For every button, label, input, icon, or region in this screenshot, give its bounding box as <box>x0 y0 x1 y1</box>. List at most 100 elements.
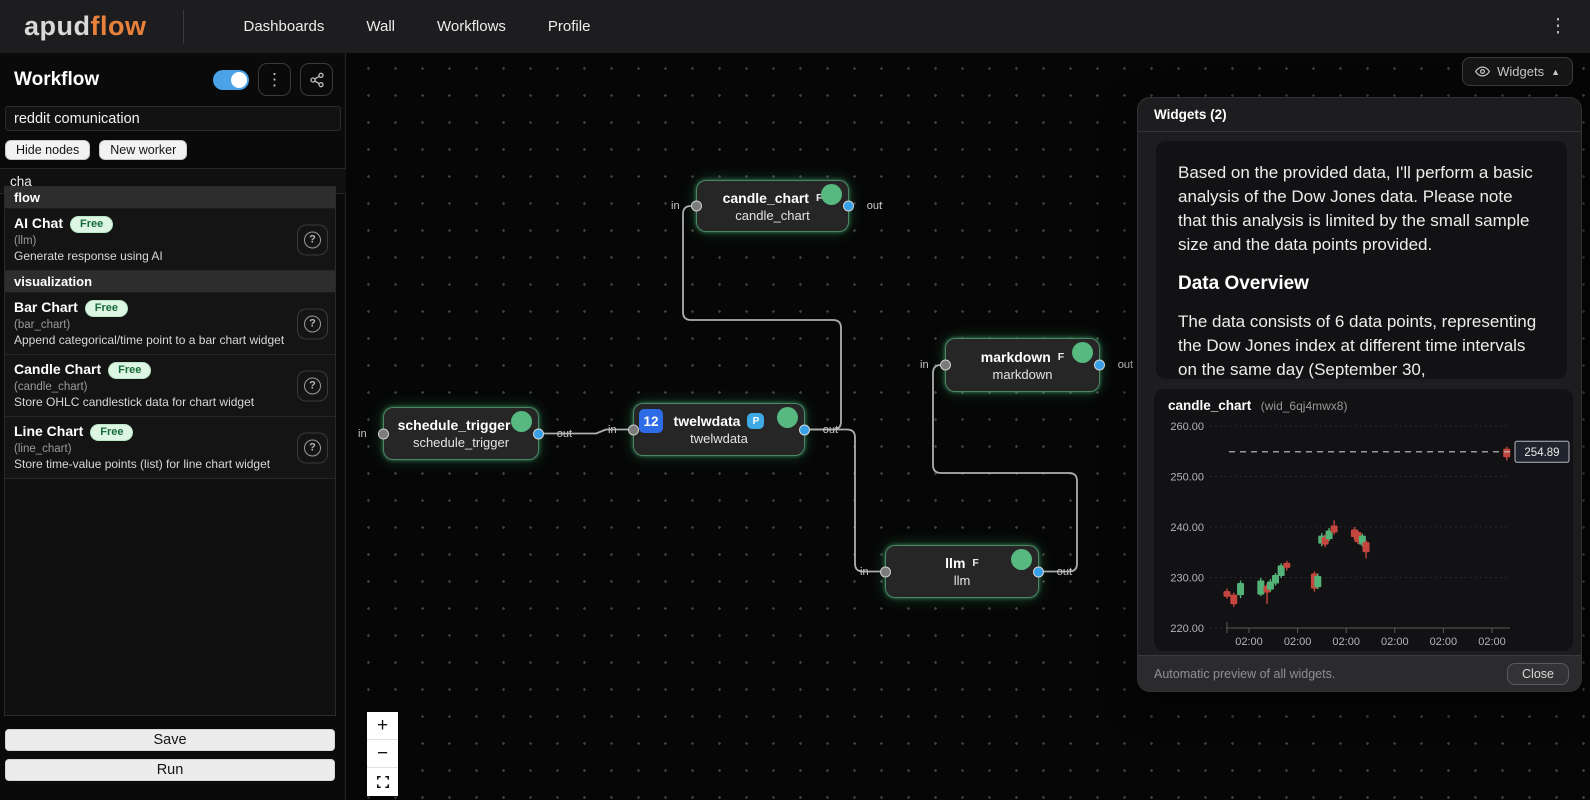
y-axis-tick-label: 240.00 <box>1170 522 1204 534</box>
palette-item-description: Store OHLC candlestick data for chart wi… <box>14 395 291 409</box>
output-port-label: out <box>1057 566 1072 578</box>
app-logo[interactable]: apudflow <box>0 10 184 44</box>
node-subtitle: llm <box>954 573 971 588</box>
edge-twelwdata.out-to-candle_chart.in[interactable] <box>683 206 841 430</box>
question-mark-icon: ? <box>304 231 321 248</box>
node-llm[interactable]: llmFllminout <box>885 545 1039 598</box>
run-button[interactable]: Run <box>5 759 335 781</box>
y-axis-tick-label: 260.00 <box>1170 421 1204 433</box>
palette-item-code: (candle_chart) <box>14 381 291 393</box>
nav-item-profile[interactable]: Profile <box>548 18 591 35</box>
input-port-markdown[interactable] <box>940 360 951 371</box>
y-axis-tick-label: 220.00 <box>1170 623 1204 635</box>
candle <box>1224 591 1231 597</box>
zoom-out-button[interactable]: − <box>367 740 398 768</box>
palette-item-name: Line Chart <box>14 423 83 439</box>
x-axis-tick-label: 02:00 <box>1332 636 1360 648</box>
free-badge: Free <box>85 300 128 317</box>
nav-item-wall[interactable]: Wall <box>366 18 395 35</box>
node-flag-badge: P <box>747 413 764 429</box>
flow-canvas[interactable]: candle_chartFcandle_chartinoutmarkdownFm… <box>346 53 1590 800</box>
workflow-options-button[interactable]: ⋮ <box>258 63 291 96</box>
nav-kebab-menu-icon[interactable]: ⋮ <box>1546 17 1570 36</box>
sidebar-header: Workflow ⋮ <box>0 53 345 104</box>
palette-item-code: (line_chart) <box>14 443 291 455</box>
node-status-dot <box>1011 549 1032 570</box>
question-mark-icon: ? <box>304 315 321 332</box>
palette-item-description: Append categorical/time point to a bar c… <box>14 333 291 347</box>
node-title: markdown <box>981 349 1051 365</box>
price-label-text: 254.89 <box>1524 447 1559 459</box>
candle <box>1331 525 1338 532</box>
palette-item-candle_chart[interactable]: Candle ChartFree(candle_chart)Store OHLC… <box>5 355 335 417</box>
output-port-label: out <box>823 424 838 436</box>
free-badge: Free <box>108 362 151 379</box>
input-port-label: in <box>920 359 929 371</box>
input-port-candle_chart[interactable] <box>691 201 702 212</box>
top-navbar: apudflow DashboardsWallWorkflowsProfile … <box>0 0 1590 53</box>
help-button[interactable]: ? <box>297 370 328 401</box>
nav-item-dashboards[interactable]: Dashboards <box>244 18 325 35</box>
close-widgets-button[interactable]: Close <box>1507 663 1569 685</box>
input-port-label: in <box>608 424 617 436</box>
edge-twelwdata.out-to-llm.in[interactable] <box>805 430 885 572</box>
node-twelwdata[interactable]: 12twelwdataPtwelwdatainout <box>633 403 805 456</box>
palette-item-bar_chart[interactable]: Bar ChartFree(bar_chart)Append categoric… <box>5 293 335 355</box>
output-port-label: out <box>867 200 882 212</box>
input-port-label: in <box>671 200 680 212</box>
kebab-icon: ⋮ <box>266 71 283 88</box>
node-candle_chart[interactable]: candle_chartFcandle_chartinout <box>696 180 849 232</box>
input-port-schedule_trigger[interactable] <box>378 428 389 439</box>
widgets-toggle-button[interactable]: Widgets ▲ <box>1462 57 1573 86</box>
input-port-llm[interactable] <box>880 566 891 577</box>
node-markdown[interactable]: markdownFmarkdowninout <box>945 338 1100 392</box>
widgets-footer-note: Automatic preview of all widgets. <box>1154 667 1507 681</box>
workflow-enabled-toggle[interactable] <box>213 70 249 90</box>
fit-view-button[interactable] <box>367 768 398 796</box>
candlestick-chart[interactable]: 260.00250.00240.00230.00220.0002:0002:00… <box>1154 415 1573 651</box>
input-port-twelwdata[interactable] <box>628 424 639 435</box>
output-port-llm[interactable] <box>1033 566 1044 577</box>
input-port-label: in <box>358 428 367 440</box>
save-button[interactable]: Save <box>5 729 335 751</box>
edge-schedule_trigger.out-to-twelwdata.in[interactable] <box>539 430 633 434</box>
logo-text-right: flow <box>91 11 147 42</box>
palette-item-llm[interactable]: AI ChatFree(llm)Generate response using … <box>5 209 335 271</box>
output-port-markdown[interactable] <box>1094 360 1105 371</box>
markdown-heading: Data Overview <box>1178 273 1543 295</box>
palette-item-description: Generate response using AI <box>14 249 291 263</box>
help-button[interactable]: ? <box>297 224 328 255</box>
question-mark-icon: ? <box>304 439 321 456</box>
help-button[interactable]: ? <box>297 432 328 463</box>
share-button[interactable] <box>300 63 333 96</box>
candle <box>1237 583 1244 595</box>
collapse-triangle-icon: ▲ <box>1551 67 1560 77</box>
share-icon <box>309 72 325 88</box>
node-title-row: markdownF <box>981 349 1064 365</box>
output-port-candle_chart[interactable] <box>843 201 854 212</box>
palette-item-line_chart[interactable]: Line ChartFree(line_chart)Store time-val… <box>5 417 335 479</box>
canvas-zoom-controls: + − <box>367 712 398 796</box>
x-axis-tick-label: 02:00 <box>1430 636 1458 648</box>
help-button[interactable]: ? <box>297 308 328 339</box>
x-axis-tick-label: 02:00 <box>1478 636 1506 648</box>
output-port-twelwdata[interactable] <box>799 424 810 435</box>
node-schedule_trigger[interactable]: schedule_triggerPschedule_triggerinout <box>383 407 539 460</box>
node-subtitle: candle_chart <box>735 208 809 223</box>
edge-llm.out-to-markdown.in[interactable] <box>933 365 1077 572</box>
output-port-schedule_trigger[interactable] <box>533 428 544 439</box>
nav-item-workflows[interactable]: Workflows <box>437 18 506 35</box>
workflow-name-input[interactable] <box>5 106 341 131</box>
node-title-row: candle_chartF <box>723 190 823 206</box>
hide-nodes-button[interactable]: Hide nodes <box>5 140 90 160</box>
widgets-toggle-label: Widgets <box>1497 64 1544 79</box>
new-worker-button[interactable]: New worker <box>99 140 187 160</box>
eye-icon <box>1475 64 1490 79</box>
candle <box>1283 563 1290 568</box>
candle <box>1257 581 1264 595</box>
y-axis-tick-label: 230.00 <box>1170 573 1204 585</box>
markdown-widget: Based on the provided data, I'll perform… <box>1156 141 1567 379</box>
zoom-in-button[interactable]: + <box>367 712 398 740</box>
workflow-sidebar: Workflow ⋮ Hide nodes New worker flowAI … <box>0 53 346 800</box>
candle <box>1314 576 1321 587</box>
